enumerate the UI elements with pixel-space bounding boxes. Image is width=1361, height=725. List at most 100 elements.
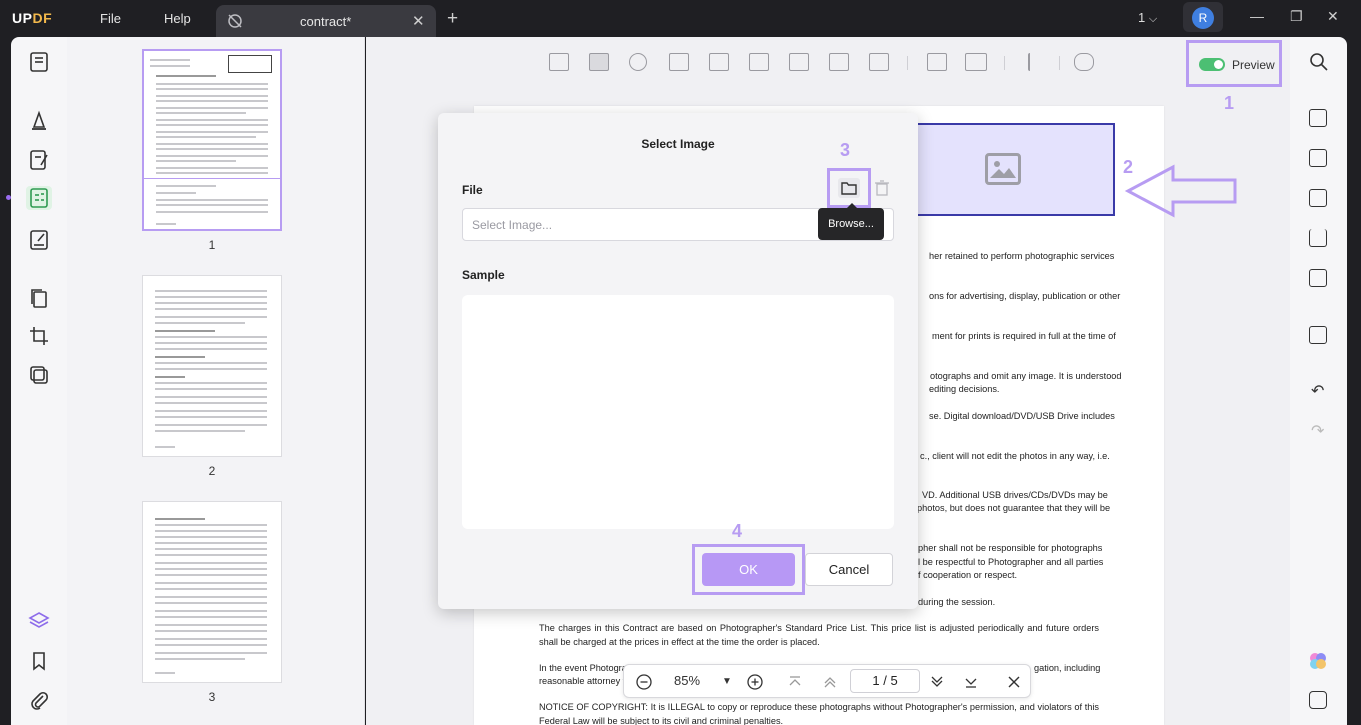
sample-preview bbox=[462, 295, 894, 529]
doc-text: her retained to perform photographic ser… bbox=[929, 251, 1115, 261]
page-number-box[interactable]: 1 / 5 bbox=[850, 669, 920, 693]
doc-text: editing decisions. bbox=[929, 384, 1000, 394]
toolbar-divider bbox=[1059, 56, 1060, 70]
ok-highlight: OK bbox=[692, 544, 805, 595]
zoom-level[interactable]: 85% bbox=[674, 673, 700, 688]
redo-icon[interactable]: ↷ bbox=[1311, 421, 1324, 441]
left-toolbar bbox=[6, 37, 67, 725]
radio-button-icon[interactable] bbox=[629, 53, 647, 71]
thumbnail-page-3[interactable] bbox=[142, 501, 282, 683]
cancel-button[interactable]: Cancel bbox=[805, 553, 893, 586]
callout-2: 2 bbox=[1123, 157, 1134, 177]
align-icon[interactable] bbox=[1028, 53, 1048, 71]
image-field[interactable] bbox=[889, 123, 1115, 216]
layers-icon[interactable] bbox=[28, 610, 50, 632]
doc-text: l be respectful to Photographer and all … bbox=[918, 557, 1104, 567]
crop-icon[interactable] bbox=[28, 325, 50, 347]
minimize-icon[interactable]: — bbox=[1250, 8, 1264, 24]
menu-file[interactable]: File bbox=[100, 11, 121, 26]
tab-title: contract* bbox=[300, 14, 352, 29]
grid-layout-icon[interactable] bbox=[965, 53, 987, 71]
first-page-icon[interactable] bbox=[788, 675, 802, 689]
edit-pdf-icon[interactable] bbox=[28, 149, 50, 171]
menu-help[interactable]: Help bbox=[164, 11, 191, 26]
dropdown-icon[interactable] bbox=[669, 53, 689, 71]
callout-1: 1 bbox=[1224, 93, 1235, 113]
doc-text: reasonable attorney fe bbox=[539, 676, 631, 686]
preview-toggle[interactable] bbox=[1199, 58, 1225, 71]
last-page-icon[interactable] bbox=[964, 675, 978, 689]
organize-pages-icon[interactable] bbox=[28, 287, 50, 309]
form-tools-icon[interactable] bbox=[1074, 53, 1094, 71]
app-logo: UPDF bbox=[12, 10, 53, 26]
reader-icon[interactable] bbox=[28, 51, 50, 73]
thumbnail-page-2[interactable] bbox=[142, 275, 282, 457]
doc-text: photos, but does not guarantee that they… bbox=[917, 503, 1111, 513]
undo-icon[interactable]: ↶ bbox=[1311, 381, 1324, 401]
zoom-in-icon[interactable] bbox=[747, 674, 763, 690]
doc-paragraph-charges: The charges in this Contract are based o… bbox=[539, 623, 1099, 647]
doc-paragraph-notice: NOTICE OF COPYRIGHT: It is ILLEGAL to co… bbox=[539, 702, 1099, 725]
add-tab-icon[interactable]: + bbox=[447, 8, 458, 30]
email-icon[interactable] bbox=[1309, 269, 1327, 287]
close-window-icon[interactable]: ✕ bbox=[1327, 8, 1339, 25]
comment-icon[interactable] bbox=[28, 109, 50, 131]
doc-text: VD. Additional USB drives/CDs/DVDs may b… bbox=[922, 490, 1108, 500]
form-icon[interactable] bbox=[28, 187, 50, 209]
no-sync-icon bbox=[226, 13, 244, 34]
title-bar: UPDF File Help contract* ✕ + 1 ⌵ R — ❐ ✕ bbox=[0, 0, 1361, 37]
ok-button[interactable]: OK bbox=[702, 553, 795, 586]
page-count-dropdown[interactable]: 1 ⌵ bbox=[1138, 10, 1157, 26]
doc-text: otographs and omit any image. It is unde… bbox=[930, 371, 1122, 381]
zoom-out-icon[interactable] bbox=[636, 674, 652, 690]
doc-text: se. Digital download/DVD/USB Drive inclu… bbox=[929, 411, 1115, 421]
date-field-icon[interactable] bbox=[829, 53, 849, 71]
right-toolbar: ↶ ↷ bbox=[1290, 37, 1347, 725]
document-tab[interactable]: contract* ✕ bbox=[216, 5, 436, 37]
doc-text: f cooperation or respect. bbox=[918, 570, 1018, 580]
form-toolbar: Preview 1 bbox=[366, 37, 1290, 113]
sign-icon[interactable] bbox=[28, 229, 50, 251]
chat-icon[interactable] bbox=[1309, 691, 1327, 709]
page-tools-icon[interactable] bbox=[28, 364, 50, 386]
close-zoombar-icon[interactable] bbox=[1007, 675, 1021, 689]
duplicate-field-icon[interactable] bbox=[927, 53, 947, 71]
doc-text: ons for advertising, display, publicatio… bbox=[929, 291, 1121, 301]
avatar[interactable]: R bbox=[1192, 7, 1214, 29]
browse-folder-button[interactable] bbox=[838, 178, 860, 198]
search-icon[interactable] bbox=[1309, 52, 1329, 72]
button-field-icon[interactable] bbox=[749, 53, 769, 71]
tab-close-icon[interactable]: ✕ bbox=[412, 12, 425, 30]
doc-text: during the session. bbox=[918, 597, 996, 607]
folder-icon bbox=[841, 182, 857, 195]
prev-page-icon[interactable] bbox=[823, 675, 837, 689]
zoom-dropdown-icon[interactable]: ▼ bbox=[722, 676, 732, 687]
thumbnail-page-1[interactable] bbox=[142, 49, 282, 231]
bookmark-icon[interactable] bbox=[28, 650, 50, 672]
doc-text: gation, including bbox=[1034, 663, 1101, 673]
image-field-icon[interactable] bbox=[789, 53, 809, 71]
share-icon[interactable] bbox=[1309, 229, 1327, 247]
list-box-icon[interactable] bbox=[709, 53, 729, 71]
delete-icon[interactable] bbox=[874, 179, 890, 197]
thumbnail-number: 3 bbox=[208, 690, 216, 704]
ocr-icon[interactable] bbox=[1309, 109, 1327, 127]
zoom-bar: 85% ▼ 1 / 5 bbox=[623, 664, 1031, 698]
checkbox-icon[interactable] bbox=[589, 53, 609, 71]
protect-icon[interactable] bbox=[1309, 189, 1327, 207]
preview-highlight: Preview bbox=[1186, 40, 1282, 87]
next-page-icon[interactable] bbox=[930, 675, 944, 689]
doc-text: ment for prints is required in full at t… bbox=[932, 331, 1116, 341]
signature-field-icon[interactable] bbox=[869, 53, 889, 71]
restore-icon[interactable]: ❐ bbox=[1290, 8, 1303, 25]
thumbnail-number: 2 bbox=[208, 464, 216, 478]
sample-label: Sample bbox=[462, 268, 505, 282]
ai-assistant-icon[interactable] bbox=[1308, 651, 1328, 671]
doc-text: pher shall not be responsible for photog… bbox=[918, 543, 1103, 553]
browse-tooltip: Browse... bbox=[818, 203, 884, 240]
attachment-icon[interactable] bbox=[28, 690, 50, 712]
convert-icon[interactable] bbox=[1309, 149, 1327, 167]
save-icon[interactable] bbox=[1309, 326, 1327, 344]
thumbnail-number: 1 bbox=[208, 238, 216, 252]
text-field-icon[interactable] bbox=[549, 53, 569, 71]
